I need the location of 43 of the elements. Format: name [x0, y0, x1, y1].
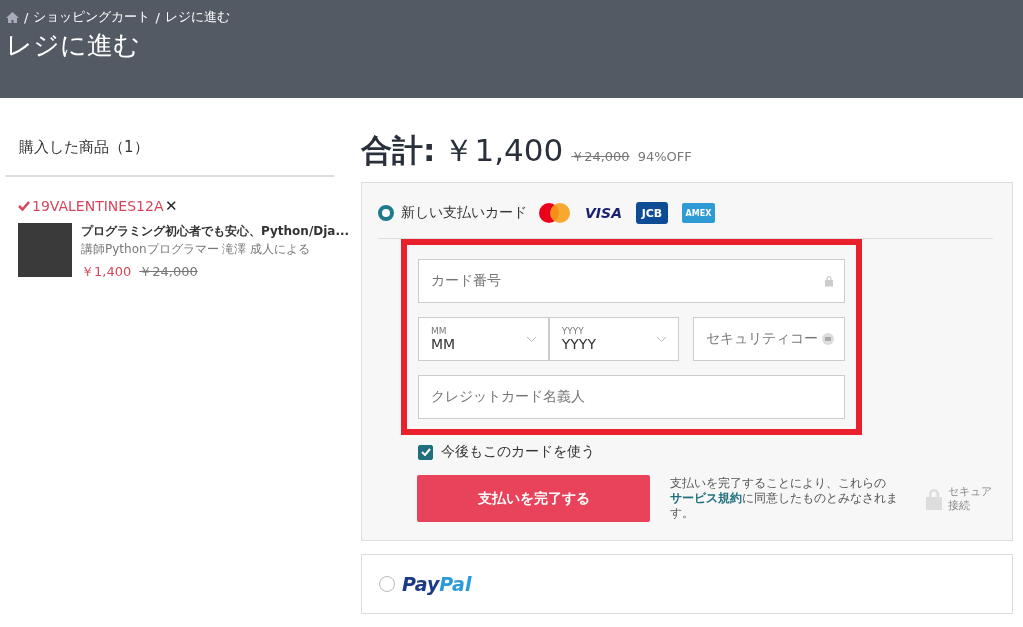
terms-text: 支払いを完了することにより、これらの サービス規約に同意したものとみなされます。	[670, 476, 899, 521]
complete-payment-button[interactable]: 支払いを完了する	[417, 475, 650, 522]
input-field[interactable]: クレジットカード名義人	[418, 375, 845, 419]
item-original-price: ￥24,000	[139, 263, 198, 281]
input-field[interactable]: カード番号	[418, 259, 845, 303]
breadcrumb-separator: /	[24, 9, 29, 25]
lock-icon	[924, 487, 944, 510]
method-label: 新しい支払いカード	[401, 204, 527, 222]
remove-coupon-button[interactable]: ✕	[165, 197, 179, 215]
instructor-text: 講師Pythonプログラマー 滝澤 成人による	[81, 241, 312, 258]
chevron-down-icon	[657, 336, 667, 342]
input-field[interactable]: セキュリティコー	[693, 317, 845, 361]
original-price: ￥24,000	[571, 148, 630, 166]
paypal-logo: PayPal	[402, 573, 472, 595]
coupon-code: 19VALENTINES12A	[32, 198, 164, 214]
breadcrumb-separator: /	[155, 9, 160, 25]
discount-text: 94%OFF	[637, 149, 692, 164]
lock-icon	[824, 275, 834, 287]
photo-placeholder	[18, 223, 72, 277]
breadcrumb-link[interactable]: ショッピングカート	[33, 8, 151, 26]
card-brand-logo: JCB	[635, 202, 668, 224]
total-label: 合計:	[361, 131, 436, 170]
select-field[interactable]: YYYY YYYY	[548, 317, 680, 361]
check-icon	[18, 201, 30, 211]
card-brand-logo: VISA	[585, 205, 622, 221]
checkbox-label: 今後もこのカードを使う	[441, 443, 595, 461]
total-price: ￥1,400	[443, 131, 564, 170]
item-price: ￥1,400	[81, 263, 132, 281]
home-icon[interactable]	[6, 11, 19, 23]
breadcrumb-link[interactable]: レジに進む	[164, 8, 230, 26]
card-back-icon	[822, 333, 834, 345]
terms-link[interactable]: サービス規約	[670, 491, 742, 505]
cart-heading: 購入した商品（1）	[5, 98, 334, 177]
secure-connection-text: セキュア接続	[948, 484, 993, 513]
course-title[interactable]: プログラミング初心者でも安心、Python/Dja...	[81, 223, 350, 240]
page-title: レジに進む	[6, 29, 141, 62]
radio-button[interactable]	[378, 205, 394, 221]
checkbox[interactable]	[418, 444, 433, 460]
card-brand-logo: AMEX	[681, 203, 715, 223]
select-field[interactable]: MM MM	[418, 317, 549, 361]
chevron-down-icon	[526, 336, 536, 342]
radio-button[interactable]	[379, 576, 395, 592]
two-circles-logo-icon	[538, 202, 571, 224]
